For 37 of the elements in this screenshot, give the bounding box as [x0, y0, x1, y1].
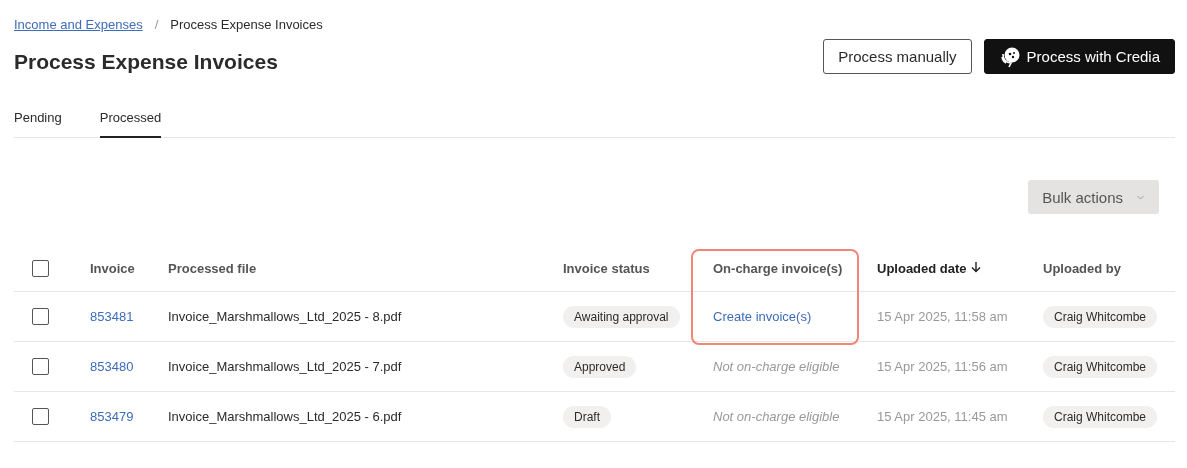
breadcrumb-current: Process Expense Invoices [170, 16, 323, 32]
tab[interactable]: Pending [14, 110, 62, 138]
status-tag: Awaiting approval [563, 305, 680, 328]
upload-date: 15 Apr 2025, 11:58 am [877, 309, 1008, 324]
invoice-number-link[interactable]: 853479 [90, 409, 134, 424]
upload-date: 15 Apr 2025, 11:56 am [877, 359, 1008, 374]
process-manually-button[interactable]: Process manually [823, 39, 972, 74]
status-tag: Draft [563, 405, 611, 428]
column-header: Uploaded by [1043, 261, 1121, 276]
invoice-number-link[interactable]: 853480 [90, 359, 134, 374]
checkbox[interactable] [32, 408, 49, 425]
file-name: Invoice_Marshmallows_Ltd_2025 - 7.pdf [168, 359, 402, 374]
eligibility-note: Not on-charge eligible [713, 409, 840, 424]
file-name: Invoice_Marshmallows_Ltd_2025 - 6.pdf [168, 409, 402, 424]
sort-descending-icon [969, 261, 982, 273]
upload-date: 15 Apr 2025, 11:45 am [877, 409, 1008, 424]
user-tag: Craig Whitcombe [1043, 305, 1158, 328]
page-title: Process Expense Invoices [14, 50, 278, 74]
column-header: Invoice [90, 261, 135, 276]
file-name: Invoice_Marshmallows_Ltd_2025 - 8.pdf [168, 309, 402, 324]
create-invoice-link[interactable]: Create invoice(s) [713, 309, 812, 324]
process-ai-button[interactable]: Process with Credia [983, 39, 1175, 74]
checkbox[interactable] [32, 358, 49, 375]
breadcrumb-link[interactable]: Income and Expenses [14, 16, 143, 32]
invoice-number-link[interactable]: 853481 [90, 309, 134, 324]
breadcrumb-separator: / [154, 16, 159, 32]
user-tag: Craig Whitcombe [1043, 405, 1158, 428]
column-header[interactable]: Uploaded date [877, 261, 982, 276]
status-tag: Approved [563, 355, 637, 378]
user-tag: Craig Whitcombe [1043, 355, 1158, 378]
checkbox[interactable] [32, 308, 49, 325]
checkbox[interactable] [32, 260, 49, 277]
tab[interactable]: Processed [99, 110, 162, 138]
column-header: Invoice status [563, 261, 650, 276]
column-header: On-charge invoice(s) [713, 261, 843, 276]
eligibility-note: Not on-charge eligible [713, 359, 840, 374]
column-header: Processed file [168, 261, 257, 276]
